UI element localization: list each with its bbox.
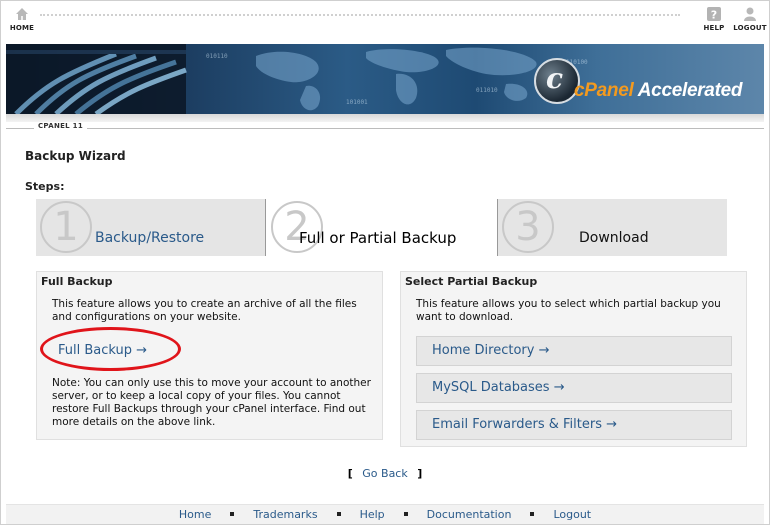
help-nav-button[interactable]: ? HELP	[694, 6, 734, 32]
footer-separator	[403, 512, 408, 516]
cpanel-banner: 010110 101001 011010 110100 c cPanel Acc…	[6, 44, 764, 114]
footer-link-help[interactable]: Help	[360, 508, 385, 521]
full-backup-note: Note: You can only use this to move your…	[52, 377, 371, 428]
svg-text:?: ?	[711, 9, 718, 22]
help-icon: ?	[707, 7, 721, 22]
step-number-1-icon: 1	[40, 201, 92, 253]
home-directory-button[interactable]: Home Directory →	[416, 336, 732, 366]
go-back-bracket-close: ]	[417, 467, 423, 480]
logout-nav-button[interactable]: LOGOUT	[730, 6, 770, 32]
full-backup-link[interactable]: Full Backup →	[58, 343, 147, 358]
go-back-bar: [ Go Back ]	[0, 467, 770, 480]
footer-link-logout[interactable]: Logout	[553, 508, 591, 521]
mysql-databases-button[interactable]: MySQL Databases →	[416, 373, 732, 403]
full-backup-panel: Full Backup This feature allows you to c…	[36, 271, 383, 440]
step-download: 3 Download	[497, 199, 727, 256]
svg-text:011010: 011010	[476, 87, 498, 94]
page-title: Backup Wizard	[25, 149, 126, 163]
step-label: Download	[579, 230, 649, 246]
full-backup-heading: Full Backup	[41, 275, 113, 288]
footer-link-documentation[interactable]: Documentation	[427, 508, 512, 521]
footer-link-home[interactable]: Home	[179, 508, 211, 521]
partial-backup-description: This feature allows you to select which …	[416, 298, 721, 323]
footer-separator	[336, 512, 341, 516]
user-icon	[744, 7, 756, 21]
step-label: Full or Partial Backup	[299, 229, 457, 247]
brand-wordmark: cPanel Accelerated	[574, 80, 742, 102]
logout-nav-label: LOGOUT	[733, 24, 767, 32]
footer-separator	[230, 512, 235, 516]
version-bar: CPANEL 11	[6, 122, 764, 136]
go-back-bracket-open: [	[347, 467, 353, 480]
step-label: Backup/Restore	[95, 230, 205, 246]
email-forwarders-filters-button[interactable]: Email Forwarders & Filters →	[416, 410, 732, 440]
home-icon	[16, 8, 28, 20]
steps-label: Steps:	[25, 180, 65, 193]
footer-link-trademarks[interactable]: Trademarks	[253, 508, 317, 521]
partial-backup-heading: Select Partial Backup	[405, 275, 538, 288]
svg-text:010110: 010110	[206, 53, 228, 60]
partial-backup-panel: Select Partial Backup This feature allow…	[400, 271, 747, 447]
brand-cpanel-text: cPanel	[574, 80, 634, 101]
help-nav-label: HELP	[703, 24, 725, 32]
footer-links: Home Trademarks Help Documentation Logout	[6, 508, 764, 521]
footer-separator	[530, 512, 535, 516]
cpanel-brand: c cPanel Accelerated	[534, 58, 744, 104]
go-back-link[interactable]: Go Back	[362, 467, 407, 480]
full-backup-description: This feature allows you to create an arc…	[52, 298, 357, 323]
home-nav-button[interactable]: HOME	[2, 6, 42, 32]
top-divider	[40, 14, 680, 16]
svg-text:101001: 101001	[346, 99, 368, 106]
home-nav-label: HOME	[9, 24, 35, 32]
version-divider	[6, 128, 764, 129]
top-bar: HOME ? HELP LOGOUT	[6, 6, 767, 40]
banner-bottom-strip	[6, 114, 764, 122]
step-number-3-icon: 3	[502, 201, 554, 253]
version-tag: CPANEL 11	[34, 122, 88, 130]
brand-accelerated-text: Accelerated	[637, 80, 743, 101]
step-full-or-partial: 2 Full or Partial Backup	[267, 199, 497, 256]
step-backup-restore[interactable]: 1 Backup/Restore	[36, 199, 266, 256]
footer: Home Trademarks Help Documentation Logout	[6, 504, 764, 524]
